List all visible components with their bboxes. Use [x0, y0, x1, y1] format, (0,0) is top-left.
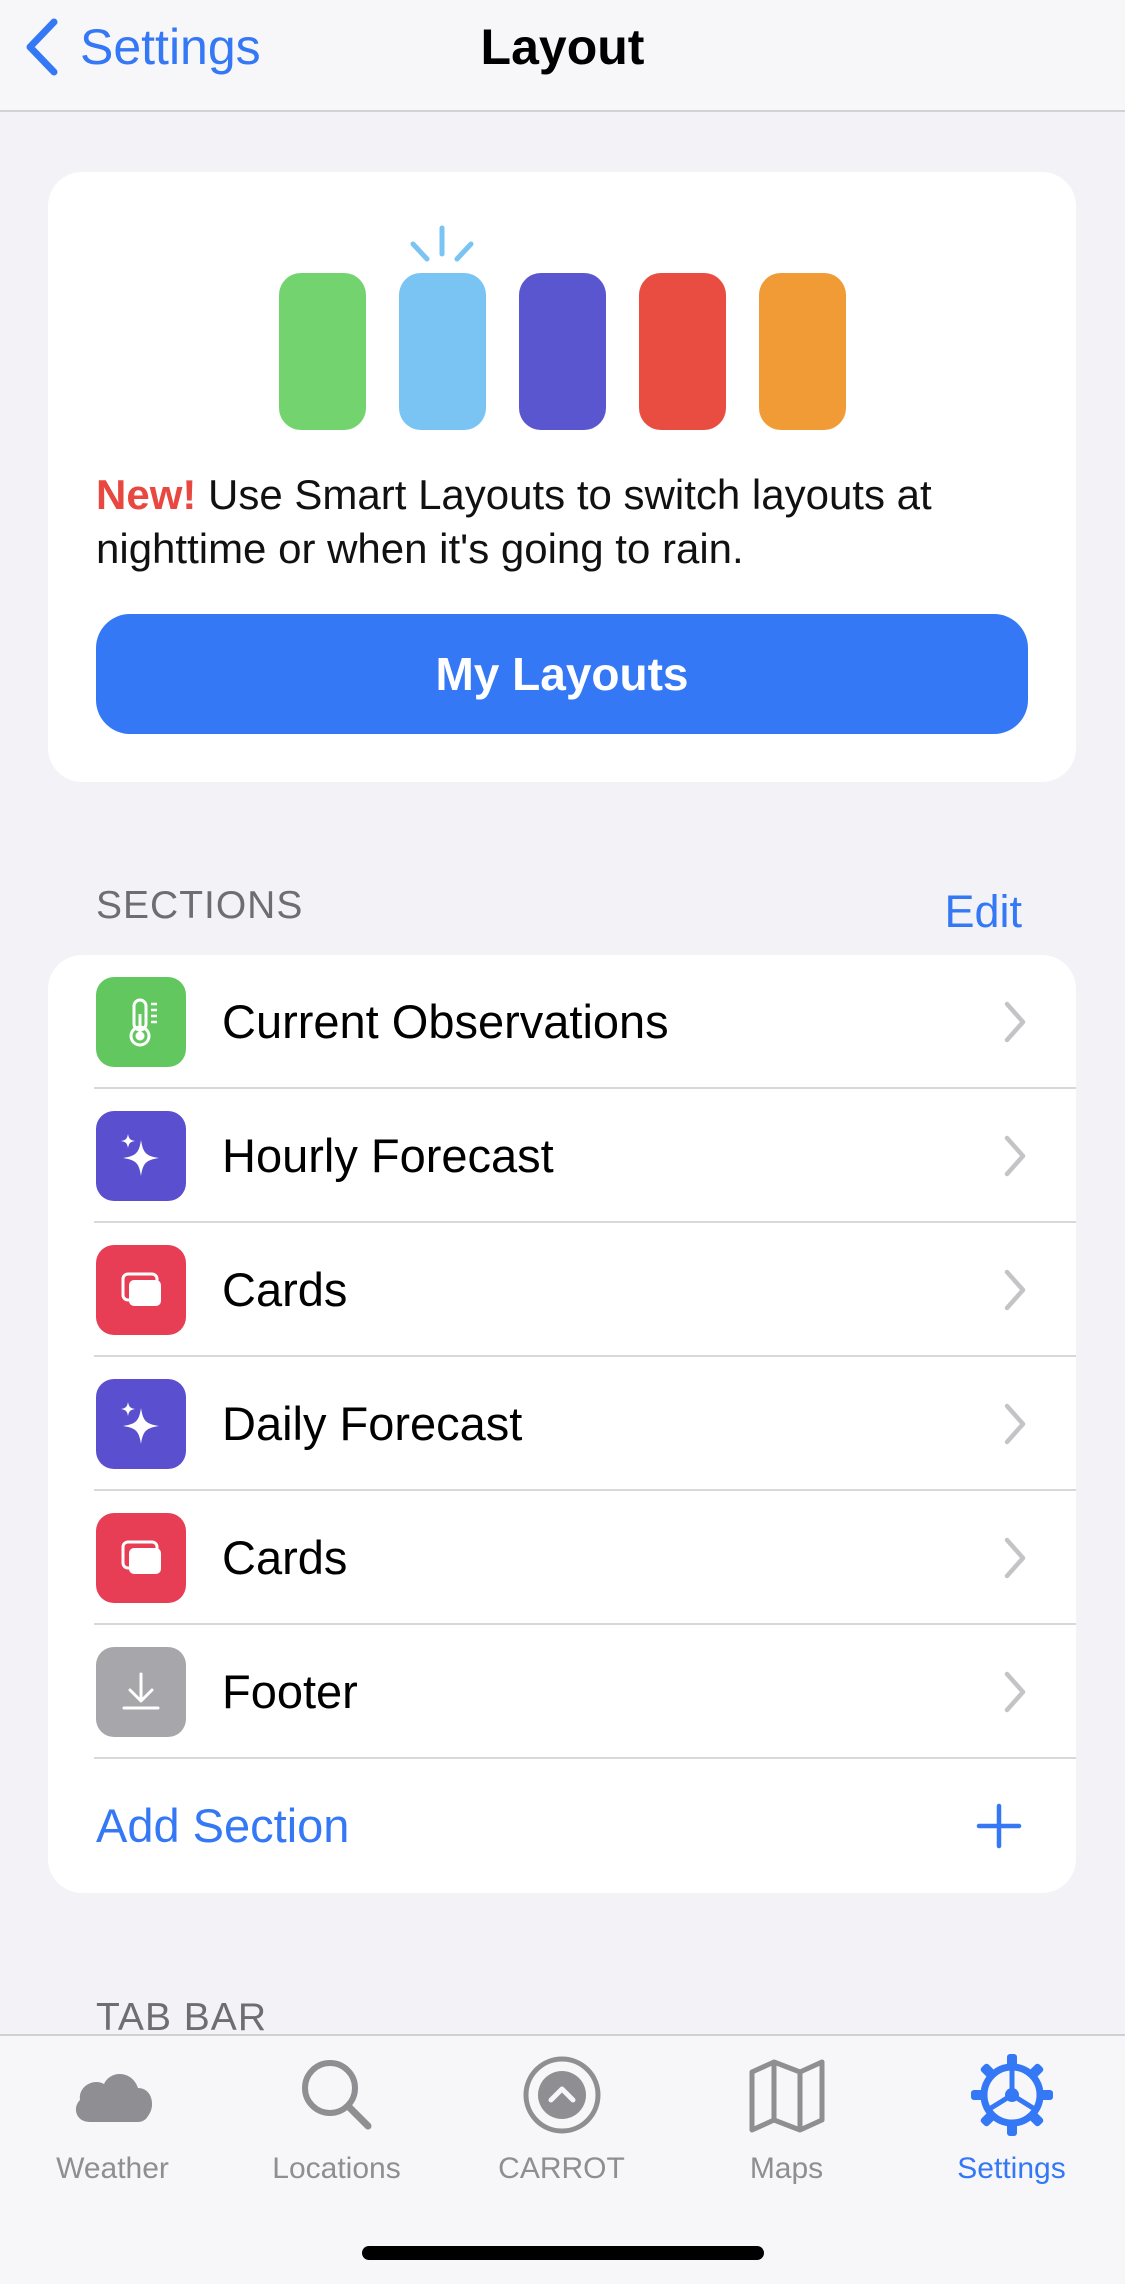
chevron-right-icon	[1004, 1403, 1026, 1445]
layout-swatch	[519, 273, 606, 430]
chevron-right-icon	[1004, 1269, 1026, 1311]
carrot-icon	[523, 2056, 600, 2134]
sparkles-icon	[96, 1379, 186, 1469]
cards-icon	[96, 1245, 186, 1335]
tab-weather[interactable]: Weather	[0, 2050, 225, 2200]
tab-carrot[interactable]: CARROT	[449, 2050, 674, 2200]
tab-label: Settings	[957, 2152, 1066, 2185]
tab-settings[interactable]: Settings	[899, 2050, 1124, 2200]
chevron-right-icon	[1004, 1537, 1026, 1579]
tab-label: Locations	[272, 2152, 401, 2185]
tab-label: Maps	[749, 2152, 824, 2185]
new-badge: New!	[96, 471, 197, 518]
layout-swatch	[399, 273, 486, 430]
home-indicator[interactable]	[362, 2246, 764, 2260]
my-layouts-button[interactable]: My Layouts	[96, 614, 1028, 734]
list-item-hourly-forecast[interactable]: Hourly Forecast	[48, 1089, 1076, 1223]
plus-icon	[976, 1803, 1022, 1849]
tab-label: CARROT	[498, 2152, 625, 2185]
page-title: Layout	[480, 19, 645, 75]
edit-button[interactable]: Edit	[944, 886, 1022, 938]
tab-maps[interactable]: Maps	[674, 2050, 899, 2200]
list-item-cards[interactable]: Cards	[48, 1223, 1076, 1357]
list-item-label: Footer	[222, 1665, 358, 1718]
list-item-daily-forecast[interactable]: Daily Forecast	[48, 1357, 1076, 1491]
promo-description: New! Use Smart Layouts to switch layouts…	[96, 468, 1036, 576]
sparkles-icon	[96, 1111, 186, 1201]
tab-locations[interactable]: Locations	[224, 2050, 449, 2200]
navigation-bar: Settings Layout	[0, 0, 1125, 112]
list-item-footer[interactable]: Footer	[48, 1625, 1076, 1759]
tab-label: Weather	[56, 2152, 169, 2185]
add-section-label: Add Section	[96, 1799, 350, 1852]
list-item-label: Current Observations	[222, 995, 669, 1048]
smart-layouts-promo-card: New! Use Smart Layouts to switch layouts…	[48, 172, 1076, 782]
sections-header: SECTIONS	[96, 884, 304, 927]
download-icon	[96, 1647, 186, 1737]
layout-swatch	[639, 273, 726, 430]
promo-text: Use Smart Layouts to switch layouts at n…	[96, 471, 932, 572]
sections-list: Current Observations Hourly Forecast Car…	[48, 955, 1076, 1893]
list-item-cards[interactable]: Cards	[48, 1491, 1076, 1625]
map-icon	[749, 2059, 824, 2133]
layout-swatches-illustration	[48, 172, 1076, 442]
search-icon	[301, 2060, 371, 2130]
thermometer-icon	[96, 977, 186, 1067]
gear-icon	[970, 2054, 1053, 2136]
list-item-current-observations[interactable]: Current Observations	[48, 955, 1076, 1089]
add-section-button[interactable]: Add Section	[48, 1759, 1076, 1893]
list-item-label: Cards	[222, 1263, 348, 1316]
list-item-label: Daily Forecast	[222, 1397, 523, 1450]
cloud-icon	[75, 2073, 152, 2122]
chevron-right-icon	[1004, 1671, 1026, 1713]
list-item-label: Cards	[222, 1531, 348, 1584]
layout-swatch	[279, 273, 366, 430]
cards-icon	[96, 1513, 186, 1603]
chevron-right-icon	[1004, 1001, 1026, 1043]
chevron-right-icon	[1004, 1135, 1026, 1177]
list-item-label: Hourly Forecast	[222, 1129, 554, 1182]
layout-swatch	[759, 273, 846, 430]
